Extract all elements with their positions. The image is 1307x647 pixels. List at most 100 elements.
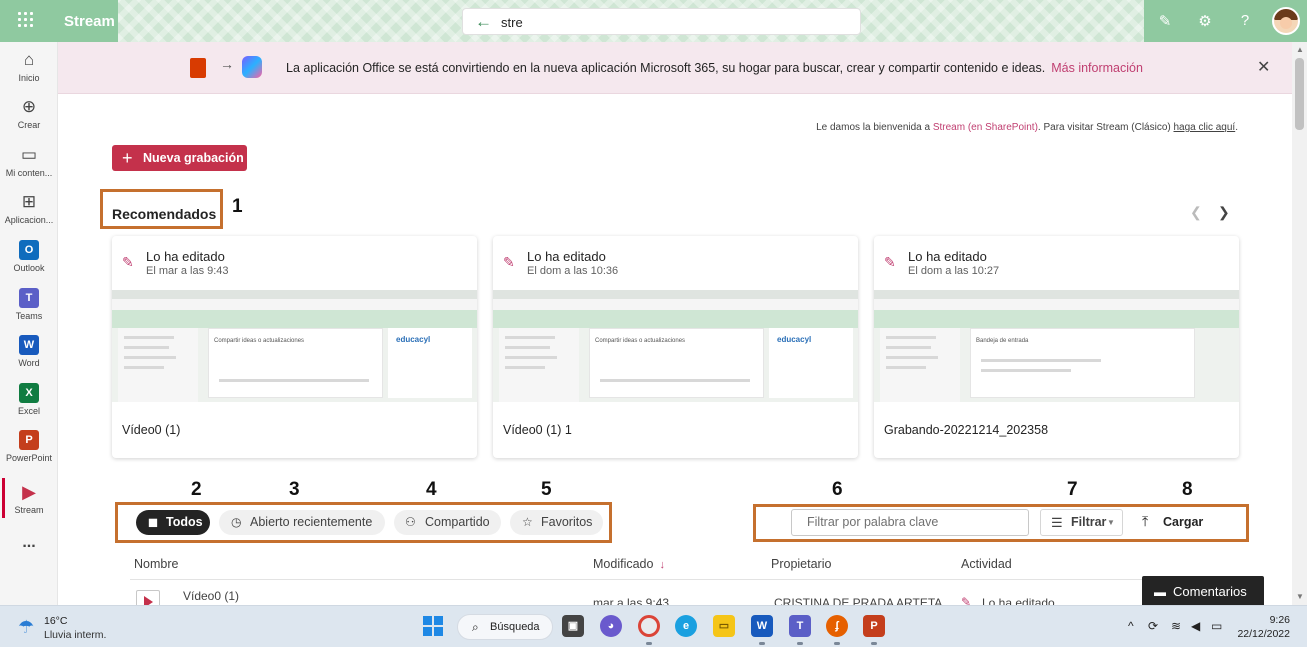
banner-text: La aplicación Office se está convirtiend… — [286, 61, 1046, 75]
card-title[interactable]: Vídeo0 (1) 1 — [503, 423, 572, 437]
teams-chat-icon[interactable]: ◕ — [600, 615, 622, 637]
thumb-brand: educacyl — [777, 335, 812, 344]
upload-icon: ⤒ — [1142, 513, 1149, 529]
recommended-card[interactable]: ✎ Lo ha editado El dom a las 10:27 Bande… — [874, 236, 1239, 458]
card-title[interactable]: Grabando-20221214_202358 — [884, 423, 1048, 437]
help-icon[interactable]: ? — [1236, 12, 1254, 30]
scroll-down-icon[interactable]: ▼ — [1296, 592, 1304, 601]
column-header-label: Modificado — [593, 557, 654, 571]
page-scrollbar[interactable]: ▲ ▼ — [1292, 42, 1307, 605]
keyword-filter-input[interactable]: Filtrar por palabra clave — [791, 509, 1029, 536]
nav-item-stream[interactable]: ▶ Stream — [0, 482, 58, 515]
clock-date[interactable]: 22/12/2022 — [1228, 628, 1290, 640]
outlook-icon: O — [19, 240, 39, 260]
clock-time[interactable]: 9:26 — [1242, 614, 1290, 626]
files-table-header: Nombre Modificado ↓ Propietario Actividad — [130, 550, 1250, 580]
nav-item-aplicaciones[interactable]: ⊞ Aplicacion... — [0, 192, 58, 225]
recommended-card[interactable]: ✎ Lo ha editado El mar a las 9:43 Compar… — [112, 236, 477, 458]
chevron-right-icon[interactable]: ❯ — [1218, 204, 1230, 221]
annotation-number-7: 7 — [1067, 479, 1078, 500]
word-taskbar-icon[interactable]: W — [751, 615, 773, 637]
nav-item-teams[interactable]: T Teams — [0, 288, 58, 321]
nav-item-crear[interactable]: ⊕ Crear — [0, 97, 58, 130]
column-header-owner[interactable]: Propietario — [771, 557, 831, 571]
task-view-icon[interactable]: ▣ — [562, 615, 584, 637]
microsoft-365-logo-icon — [242, 56, 262, 78]
chrome-icon[interactable] — [638, 615, 660, 637]
wifi-icon[interactable]: ≋ — [1171, 619, 1181, 633]
pill-label: Todos — [166, 515, 203, 529]
video-thumbnail[interactable]: Compartir ideas o actualizaciones educac… — [493, 290, 858, 402]
pencil-icon: ✎ — [503, 254, 515, 270]
chrome-running-indicator — [646, 642, 652, 645]
card-title[interactable]: Vídeo0 (1) — [122, 423, 180, 437]
close-icon[interactable]: ✕ — [1257, 57, 1270, 77]
search-query[interactable]: stre — [501, 15, 523, 30]
nav-item-powerpoint[interactable]: P PowerPoint — [0, 430, 58, 463]
row-name[interactable]: Vídeo0 (1) — [183, 589, 239, 603]
battery-icon[interactable]: ▭ — [1211, 619, 1222, 633]
rain-weather-icon[interactable]: ☂ — [18, 617, 34, 638]
filter-button[interactable]: ☰ Filtrar ▼ — [1040, 509, 1123, 536]
pill-favoritos[interactable]: ☆ Favoritos — [510, 510, 603, 535]
column-header-name[interactable]: Nombre — [134, 557, 178, 571]
scroll-up-icon[interactable]: ▲ — [1296, 45, 1304, 54]
recommended-title: Recomendados — [112, 206, 217, 222]
nav-label: Excel — [17, 406, 40, 416]
teams-icon: T — [19, 288, 39, 308]
banner-message: La aplicación Office se está convirtiend… — [286, 61, 1143, 75]
pill-compartido[interactable]: ⚇ Compartido — [394, 510, 501, 535]
nav-item-outlook[interactable]: O Outlook — [0, 240, 58, 273]
avatar[interactable] — [1272, 7, 1300, 35]
edge-icon[interactable]: e — [675, 615, 697, 637]
chevron-up-icon[interactable]: ^ — [1128, 619, 1134, 633]
nav-item-mi-contenido[interactable]: ▭ Mi conten... — [0, 145, 58, 178]
waffle-icon[interactable] — [18, 12, 36, 30]
nav-label: Crear — [17, 120, 41, 130]
stream-sharepoint-link[interactable]: Stream (en SharePoint) — [933, 122, 1038, 133]
teams-taskbar-icon[interactable]: T — [789, 615, 811, 637]
nav-item-excel[interactable]: X Excel — [0, 383, 58, 416]
pill-abierto-recientemente[interactable]: ◷ Abierto recientemente — [219, 510, 385, 535]
column-header-modified[interactable]: Modificado ↓ — [593, 557, 665, 571]
column-header-activity[interactable]: Actividad — [961, 557, 1012, 571]
whats-new-icon[interactable]: ✎ — [1156, 12, 1174, 30]
back-arrow-icon[interactable]: ← — [475, 12, 492, 32]
scroll-thumb[interactable] — [1295, 58, 1304, 130]
pill-label: Abierto recientemente — [250, 515, 373, 529]
weather-temperature[interactable]: 16°C — [44, 615, 67, 627]
settings-icon[interactable]: ⚙ — [1196, 12, 1214, 30]
weather-description[interactable]: Lluvia interm. — [44, 629, 106, 641]
pill-todos[interactable]: ◼ Todos — [136, 510, 210, 535]
comments-button[interactable]: ▬ Comentarios — [1142, 576, 1264, 608]
powerpoint-taskbar-icon[interactable]: P — [863, 615, 885, 637]
classic-stream-link[interactable]: haga clic aquí — [1174, 122, 1236, 133]
volume-icon[interactable]: ◀ — [1191, 619, 1200, 633]
card-date: El dom a las 10:36 — [527, 265, 619, 277]
nav-item-word[interactable]: W Word — [0, 335, 58, 368]
file-explorer-icon[interactable]: ▭ — [713, 615, 735, 637]
thumb-heading: Bandeja de entrada — [976, 338, 1029, 344]
annotation-number-8: 8 — [1182, 479, 1193, 500]
new-recording-button[interactable]: + Nueva grabación — [112, 145, 247, 171]
video-thumbnail[interactable]: Compartir ideas o actualizaciones educac… — [112, 290, 477, 402]
app-name[interactable]: Stream — [64, 13, 115, 30]
chevron-left-icon[interactable]: ❮ — [1190, 204, 1202, 221]
banner-more-info-link[interactable]: Más información — [1051, 61, 1143, 75]
upload-button[interactable]: ⤒ Cargar — [1138, 509, 1218, 536]
recommended-card[interactable]: ✎ Lo ha editado El dom a las 10:36 Compa… — [493, 236, 858, 458]
annotation-number-4: 4 — [426, 479, 437, 500]
search-input[interactable]: ← stre — [462, 8, 861, 35]
welcome-message: Le damos la bienvenida a Stream (en Shar… — [640, 122, 1238, 133]
windows-start-icon[interactable] — [423, 616, 443, 636]
firefox-icon[interactable]: ʄ — [826, 615, 848, 637]
star-icon: ☆ — [522, 515, 533, 529]
nav-item-inicio[interactable]: ⌂ Inicio — [0, 50, 58, 83]
left-app-rail: ⌂ Inicio ⊕ Crear ▭ Mi conten... ⊞ Aplica… — [0, 42, 58, 605]
video-thumbnail[interactable]: Bandeja de entrada — [874, 290, 1239, 402]
onedrive-sync-icon[interactable]: ⟳ — [1148, 619, 1158, 633]
more-apps-button[interactable]: ... — [0, 534, 58, 552]
taskbar-search[interactable]: ⌕ Búsqueda — [457, 614, 553, 640]
welcome-prefix: Le damos la bienvenida a — [816, 122, 933, 133]
table-row[interactable]: Vídeo0 (1) mar a las 9:43 CRISTINA DE PR… — [130, 580, 1250, 614]
